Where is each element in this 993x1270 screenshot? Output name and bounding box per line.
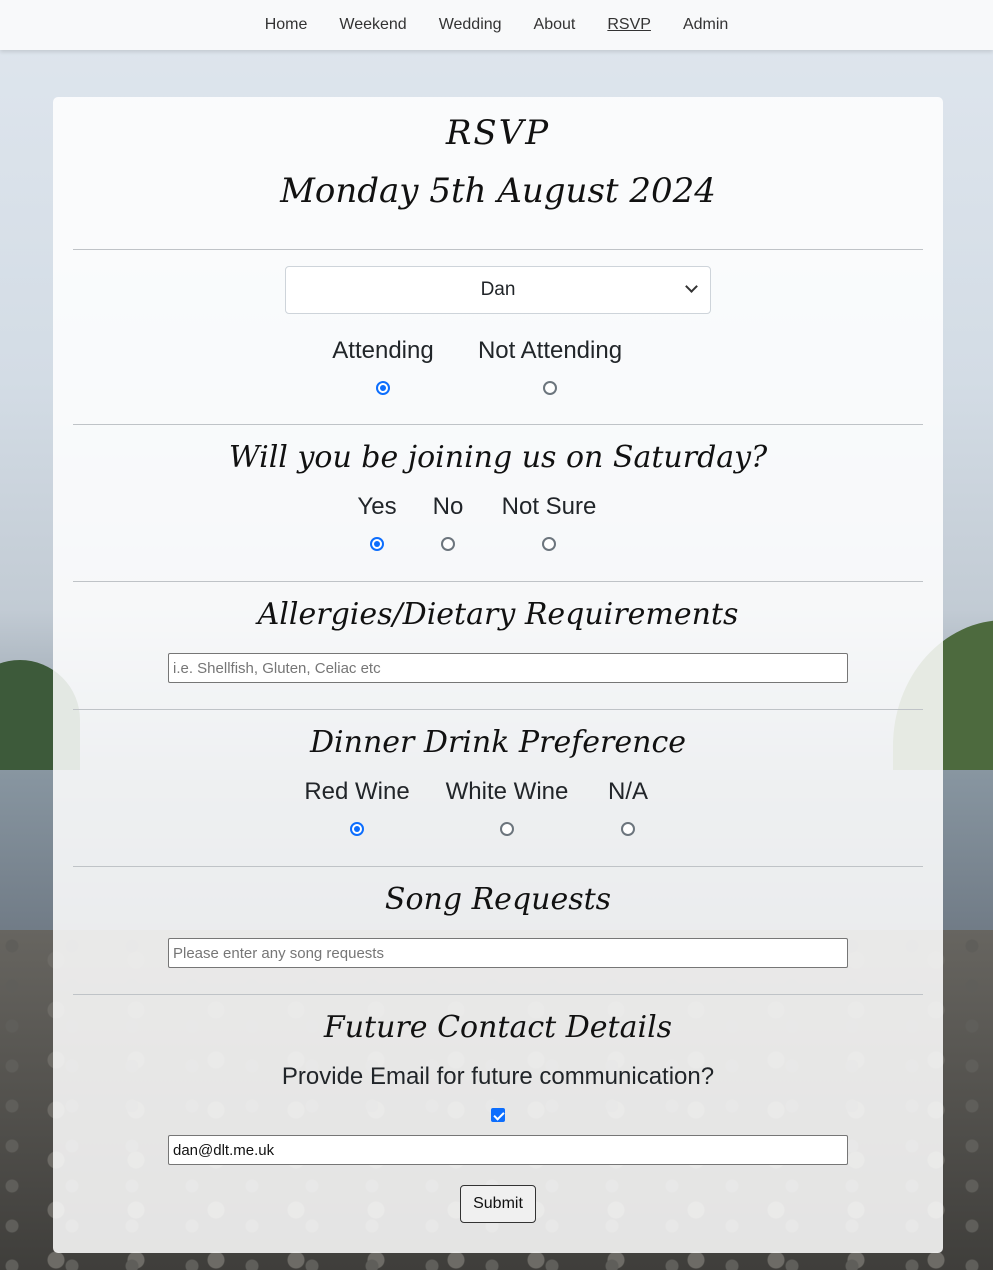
allergies-heading: Allergies/Dietary Requirements (257, 597, 739, 632)
divider (73, 581, 923, 582)
attending-label: Attending (332, 337, 434, 364)
drink-red-wine-label: Red Wine (304, 778, 410, 805)
saturday-no-radio[interactable] (441, 537, 455, 551)
songs-heading: Song Requests (384, 882, 612, 917)
nav-rsvp[interactable]: RSVP (591, 16, 667, 34)
drink-heading: Dinner Drink Preference (309, 725, 687, 760)
saturday-not-sure-label: Not Sure (501, 493, 597, 520)
drink-white-wine-radio[interactable] (500, 822, 514, 836)
attending-radio[interactable] (376, 381, 390, 395)
nav-about[interactable]: About (518, 16, 592, 34)
nav-home[interactable]: Home (249, 16, 324, 34)
divider (73, 249, 923, 250)
song-requests-input[interactable] (168, 938, 848, 968)
divider (73, 424, 923, 425)
not-attending-label: Not Attending (477, 337, 623, 364)
not-attending-radio[interactable] (543, 381, 557, 395)
drink-na-radio[interactable] (621, 822, 635, 836)
nav-admin[interactable]: Admin (667, 16, 744, 34)
drink-na-label: N/A (607, 778, 649, 805)
event-date: Monday 5th August 2024 (280, 171, 716, 211)
divider (73, 866, 923, 867)
saturday-heading: Will you be joining us on Saturday? (228, 440, 768, 475)
saturday-yes-label: Yes (357, 493, 397, 520)
drink-white-wine-label: White Wine (445, 778, 569, 805)
email-input[interactable] (168, 1135, 848, 1165)
guest-select[interactable]: Dan (285, 266, 711, 314)
top-navbar: Home Weekend Wedding About RSVP Admin (0, 0, 993, 50)
divider (73, 994, 923, 995)
chevron-down-icon (685, 280, 698, 293)
submit-button[interactable]: Submit (460, 1185, 536, 1223)
drink-red-wine-radio[interactable] (350, 822, 364, 836)
saturday-not-sure-radio[interactable] (542, 537, 556, 551)
saturday-no-label: No (432, 493, 464, 520)
email-consent-question: Provide Email for future communication? (281, 1063, 715, 1090)
allergies-input[interactable] (168, 653, 848, 683)
guest-select-value: Dan (480, 279, 516, 300)
nav-weekend[interactable]: Weekend (323, 16, 422, 34)
divider (73, 709, 923, 710)
saturday-yes-radio[interactable] (370, 537, 384, 551)
contact-heading: Future Contact Details (323, 1010, 673, 1045)
page-title: RSVP (445, 113, 551, 153)
rsvp-card: RSVP Monday 5th August 2024 Dan Attendin… (53, 97, 943, 1253)
nav-wedding[interactable]: Wedding (423, 16, 518, 34)
email-consent-checkbox[interactable] (491, 1108, 505, 1122)
